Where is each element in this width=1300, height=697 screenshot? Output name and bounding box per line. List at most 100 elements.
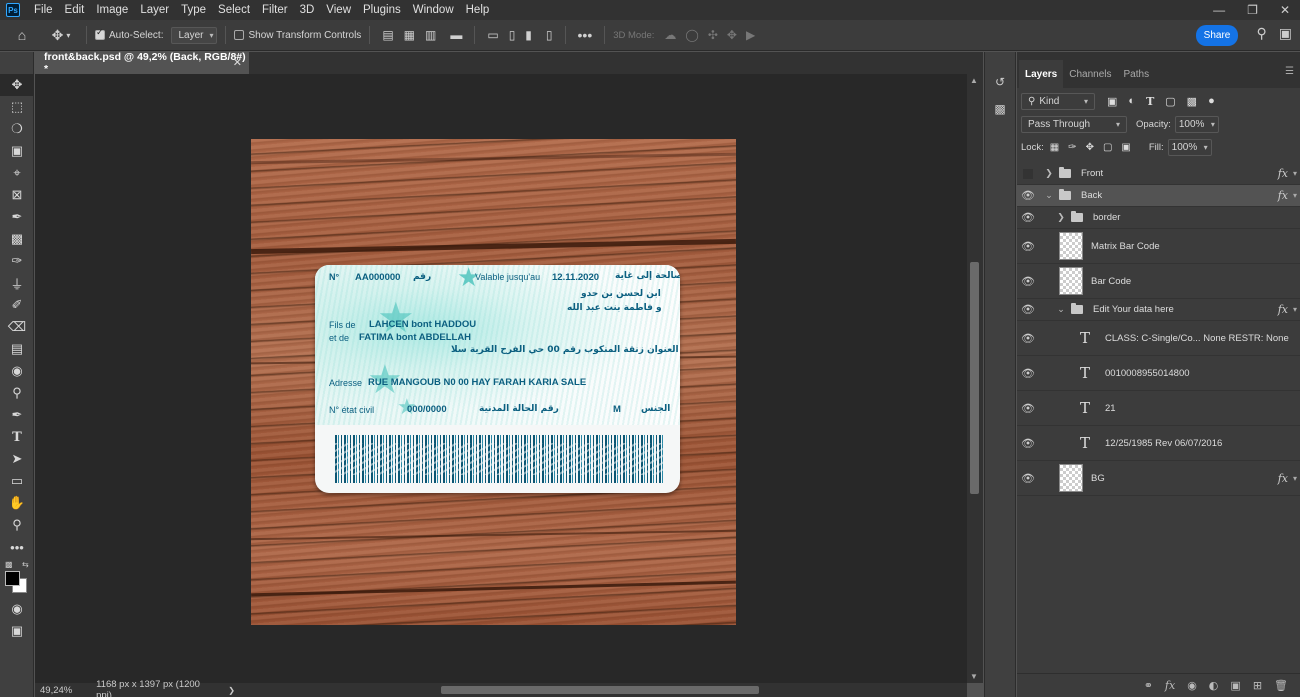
history-panel-icon[interactable]: ↺ xyxy=(985,66,1015,98)
new-adjustment-icon[interactable]: ◐ xyxy=(1209,679,1219,692)
brush-tool-icon[interactable]: ✑ xyxy=(0,250,34,272)
filter-adjustment-icon[interactable]: ◐ xyxy=(1128,95,1135,108)
lasso-tool-icon[interactable]: ❍ xyxy=(0,118,34,140)
horizontal-scroll-thumb[interactable] xyxy=(441,686,759,694)
path-selection-tool-icon[interactable]: ➤ xyxy=(0,448,34,470)
document-tab[interactable]: front&back.psd @ 49,2% (Back, RGB/8#) * … xyxy=(35,51,249,75)
3d-pan-icon[interactable]: ✣ xyxy=(708,28,718,42)
opacity-field[interactable]: 100% ▾ xyxy=(1174,116,1219,133)
layer-row-class[interactable]: 👁 T CLASS: C-Single/Co... None RESTR: No… xyxy=(1017,321,1300,356)
scroll-down-icon[interactable]: ▼ xyxy=(970,672,978,681)
layer-row-number[interactable]: 👁 T 0010008955014800 xyxy=(1017,356,1300,391)
layer-row-matrix-bar-code[interactable]: 👁 Matrix Bar Code xyxy=(1017,229,1300,264)
menu-window[interactable]: Window xyxy=(407,0,460,20)
filter-type-icon[interactable]: T xyxy=(1146,95,1154,108)
fx-caret-icon[interactable]: ▾ xyxy=(1293,305,1297,314)
align-center-icon[interactable]: ▦ xyxy=(404,28,415,42)
layer-row-bar-code[interactable]: 👁 Bar Code xyxy=(1017,264,1300,299)
collapse-chevron-icon[interactable]: ⌄ xyxy=(1043,191,1055,201)
lock-artboard-icon[interactable]: ▢ xyxy=(1103,142,1112,153)
visibility-eye-icon[interactable]: 👁 xyxy=(1017,275,1039,288)
3d-slide-icon[interactable]: ✥ xyxy=(727,28,737,42)
fx-icon[interactable]: fx xyxy=(1278,189,1288,202)
menu-file[interactable]: File xyxy=(28,0,59,20)
healing-brush-tool-icon[interactable]: ▩ xyxy=(0,228,34,250)
restore-icon[interactable]: ❐ xyxy=(1247,3,1258,17)
align-top-icon[interactable]: ▭ xyxy=(487,28,498,42)
visibility-eye-icon[interactable]: 👁 xyxy=(1017,332,1039,345)
filter-toggle-icon[interactable]: ● xyxy=(1208,95,1215,108)
3d-camera-icon[interactable]: ▶ xyxy=(746,28,755,42)
menu-image[interactable]: Image xyxy=(90,0,134,20)
visibility-eye-icon[interactable]: 👁 xyxy=(1017,437,1039,450)
layer-row-back[interactable]: 👁 ⌄ Back fx ▾ xyxy=(1017,185,1300,207)
frame-tool-icon[interactable]: ⊠ xyxy=(0,184,34,206)
lock-image-icon[interactable]: ✑ xyxy=(1068,142,1076,153)
hand-tool-icon[interactable]: ✋ xyxy=(0,492,34,514)
menu-help[interactable]: Help xyxy=(460,0,496,20)
eraser-tool-icon[interactable]: ⌫ xyxy=(0,316,34,338)
add-style-icon[interactable]: fx xyxy=(1165,679,1175,692)
layer-row-dates[interactable]: 👁 T 12/25/1985 Rev 06/07/2016 xyxy=(1017,426,1300,461)
blur-tool-icon[interactable]: ◉ xyxy=(0,360,34,382)
layer-row-bg[interactable]: 👁 BG fx ▾ xyxy=(1017,461,1300,496)
menu-3d[interactable]: 3D xyxy=(294,0,321,20)
3d-orbit-icon[interactable]: ☁ xyxy=(664,28,676,42)
delete-layer-icon[interactable]: 🗑 xyxy=(1274,679,1288,692)
screen-mode-icon[interactable]: ▣ xyxy=(0,620,34,642)
auto-select-target-dropdown[interactable]: Layer ▾ xyxy=(171,26,218,44)
3d-roll-icon[interactable]: ◯ xyxy=(685,28,698,42)
minimize-icon[interactable]: — xyxy=(1213,3,1225,17)
fx-icon[interactable]: fx xyxy=(1278,303,1288,316)
pen-tool-icon[interactable]: ✒ xyxy=(0,404,34,426)
menu-view[interactable]: View xyxy=(320,0,357,20)
filter-kind-dropdown[interactable]: ⚲ Kind ▾ xyxy=(1021,93,1095,110)
menu-edit[interactable]: Edit xyxy=(59,0,91,20)
move-tool-icon[interactable]: ✥ xyxy=(0,74,34,96)
lock-all-icon[interactable]: ▣ xyxy=(1121,142,1130,153)
history-brush-tool-icon[interactable]: ✐ xyxy=(0,294,34,316)
menu-filter[interactable]: Filter xyxy=(256,0,294,20)
filter-shape-icon[interactable]: ▢ xyxy=(1165,95,1175,108)
new-group-icon[interactable]: ▣ xyxy=(1230,679,1240,692)
more-options-icon[interactable]: ••• xyxy=(578,27,593,43)
fx-icon[interactable]: fx xyxy=(1278,167,1288,180)
add-mask-icon[interactable]: ◉ xyxy=(1187,679,1197,692)
visibility-eye-icon[interactable]: 👁 xyxy=(1017,211,1039,224)
filter-smart-object-icon[interactable]: ▩ xyxy=(1187,95,1197,108)
gradient-tool-icon[interactable]: ▤ xyxy=(0,338,34,360)
object-selection-tool-icon[interactable]: ▣ xyxy=(0,140,34,162)
blend-mode-dropdown[interactable]: Pass Through ▾ xyxy=(1021,116,1127,133)
visibility-eye-icon[interactable]: 👁 xyxy=(1017,402,1039,415)
menu-type[interactable]: Type xyxy=(175,0,212,20)
vertical-scrollbar[interactable]: ▲ ▼ xyxy=(967,74,983,683)
link-layers-icon[interactable]: ⚭ xyxy=(1144,679,1153,692)
align-middle-icon[interactable]: ▯ xyxy=(509,28,516,42)
clone-stamp-tool-icon[interactable]: ⏚ xyxy=(0,272,34,294)
horizontal-scrollbar[interactable] xyxy=(235,683,967,697)
type-tool-icon[interactable]: T xyxy=(0,426,34,448)
transform-controls-checkbox[interactable] xyxy=(234,30,245,40)
fill-field[interactable]: 100% ▾ xyxy=(1167,139,1212,156)
vertical-scroll-thumb[interactable] xyxy=(970,262,979,494)
quick-mask-icon[interactable]: ◉ xyxy=(0,598,34,620)
scroll-up-icon[interactable]: ▲ xyxy=(970,76,978,85)
swap-colors-icon[interactable]: ⇆ xyxy=(22,560,29,569)
dodge-tool-icon[interactable]: ⚲ xyxy=(0,382,34,404)
menu-plugins[interactable]: Plugins xyxy=(357,0,407,20)
tab-channels[interactable]: Channels xyxy=(1063,60,1117,88)
default-colors-icon[interactable]: ▩ xyxy=(5,560,13,569)
layer-row-front[interactable]: ❯ Front fx ▾ xyxy=(1017,163,1300,185)
layer-row-age[interactable]: 👁 T 21 xyxy=(1017,391,1300,426)
tab-layers[interactable]: Layers xyxy=(1019,60,1064,88)
visibility-eye-icon[interactable]: 👁 xyxy=(1017,303,1039,316)
visibility-eye-icon[interactable]: 👁 xyxy=(1017,189,1039,202)
visibility-eye-icon[interactable]: 👁 xyxy=(1017,472,1039,485)
panel-menu-icon[interactable]: ☰ xyxy=(1285,66,1294,77)
layer-row-border[interactable]: 👁 ❯ border xyxy=(1017,207,1300,229)
share-button[interactable]: Share xyxy=(1196,25,1238,46)
visibility-eye-icon[interactable]: 👁 xyxy=(1017,240,1039,253)
close-window-icon[interactable]: ✕ xyxy=(1280,3,1290,17)
align-left-icon[interactable]: ▤ xyxy=(382,28,393,42)
auto-select-checkbox[interactable] xyxy=(95,28,105,40)
